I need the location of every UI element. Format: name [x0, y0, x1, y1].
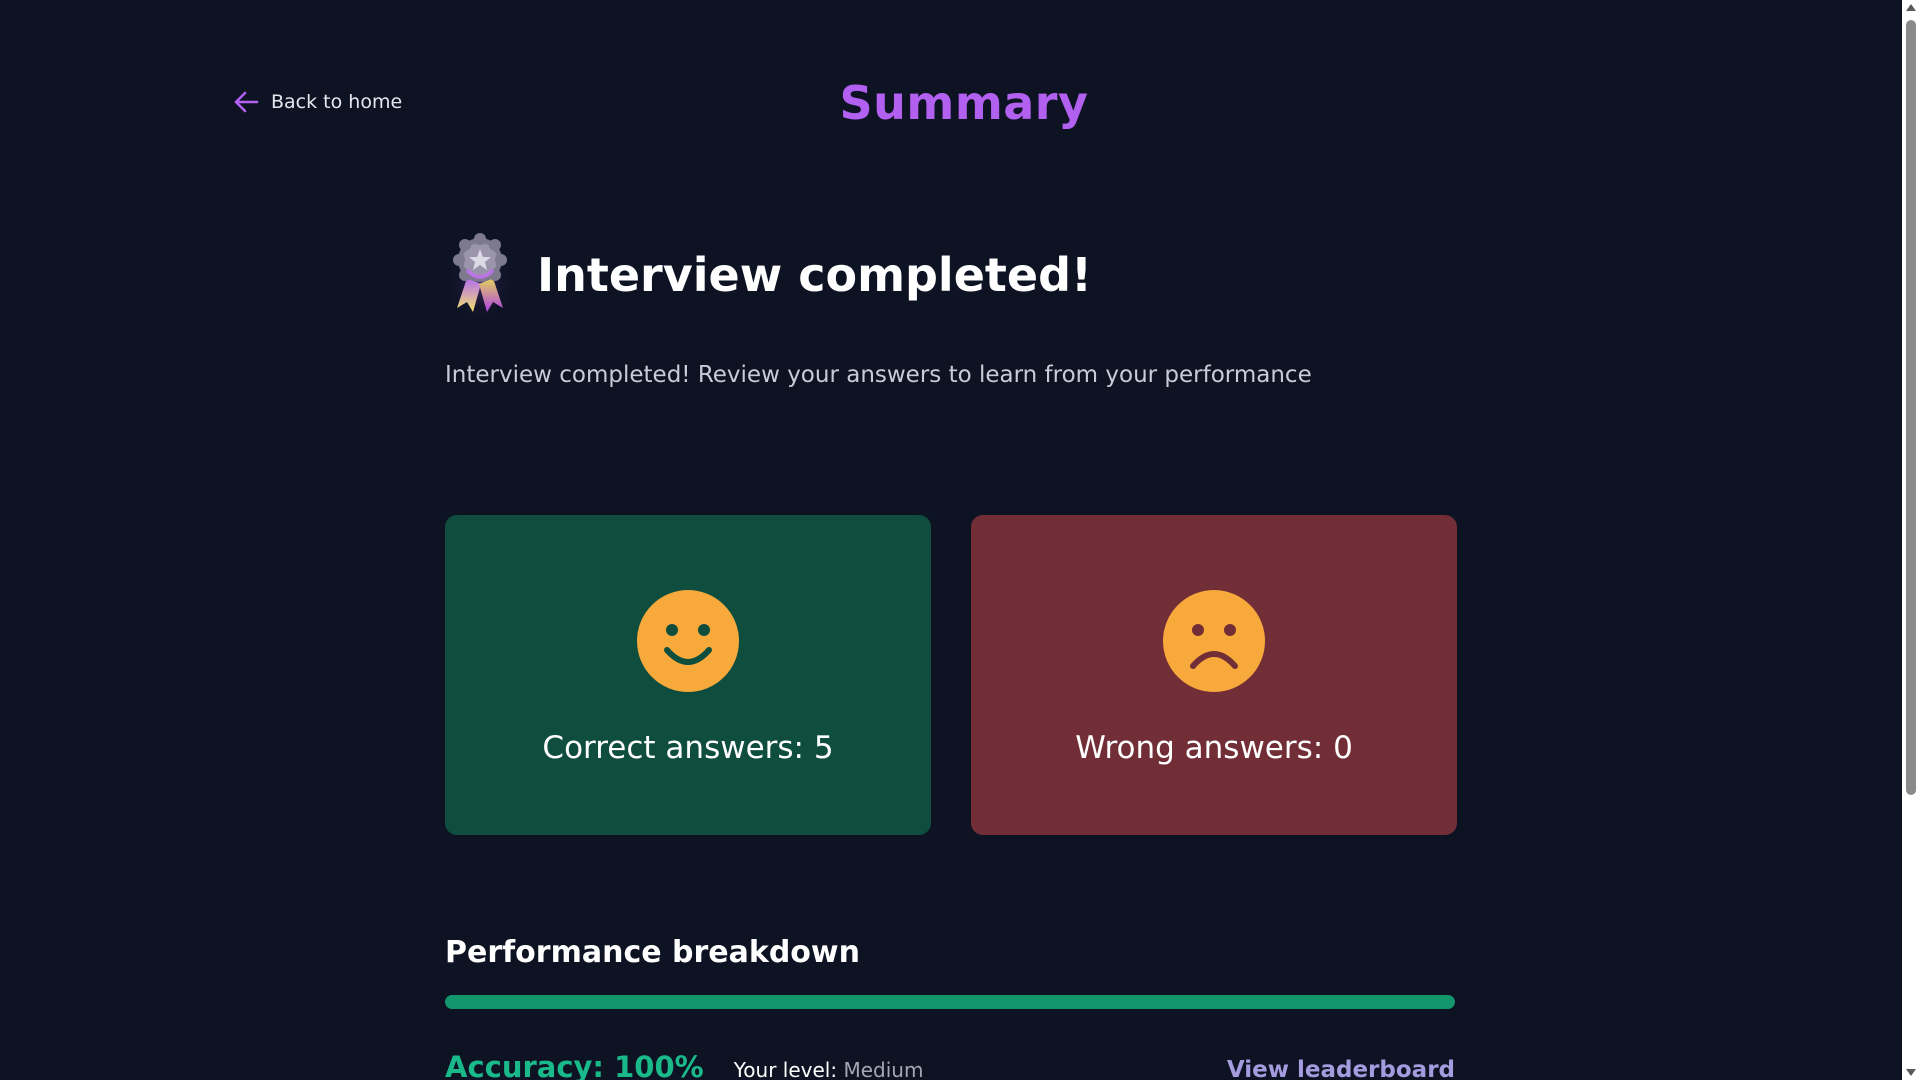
- accuracy-progress-bar: [445, 995, 1455, 1009]
- level-value: Medium: [843, 1058, 924, 1080]
- wrong-answers-label: Wrong answers: 0: [1075, 730, 1353, 766]
- accuracy-progress-fill: [445, 995, 1455, 1009]
- correct-answers-label: Correct answers: 5: [542, 730, 834, 766]
- performance-breakdown-title: Performance breakdown: [445, 935, 860, 970]
- level-info: Your level: Medium: [734, 1058, 924, 1080]
- vertical-scrollbar[interactable]: [1902, 0, 1920, 1080]
- scroll-up-arrow-icon[interactable]: [1906, 4, 1916, 11]
- wrong-answers-card: Wrong answers: 0: [971, 515, 1457, 835]
- medal-badge-icon: [446, 233, 514, 316]
- interview-completed-title: Interview completed!: [537, 248, 1092, 302]
- summary-page: Back to home Summary Interview completed…: [0, 0, 1920, 1080]
- smiley-face-icon: [637, 590, 739, 692]
- stats-row: Accuracy: 100% Your level: Medium View l…: [445, 1050, 1455, 1080]
- interview-completed-subtitle: Interview completed! Review your answers…: [445, 362, 1312, 388]
- scroll-down-arrow-icon[interactable]: [1906, 1069, 1916, 1076]
- hero-section: Interview completed!: [445, 232, 1092, 318]
- level-prefix: Your level:: [733, 1058, 838, 1080]
- accuracy-value: Accuracy: 100%: [445, 1050, 704, 1080]
- correct-answers-card: Correct answers: 5: [445, 515, 931, 835]
- page-title: Summary: [839, 76, 1089, 130]
- view-leaderboard-link[interactable]: View leaderboard: [1227, 1057, 1455, 1080]
- sad-face-icon: [1163, 590, 1265, 692]
- scroll-thumb[interactable]: [1906, 20, 1916, 795]
